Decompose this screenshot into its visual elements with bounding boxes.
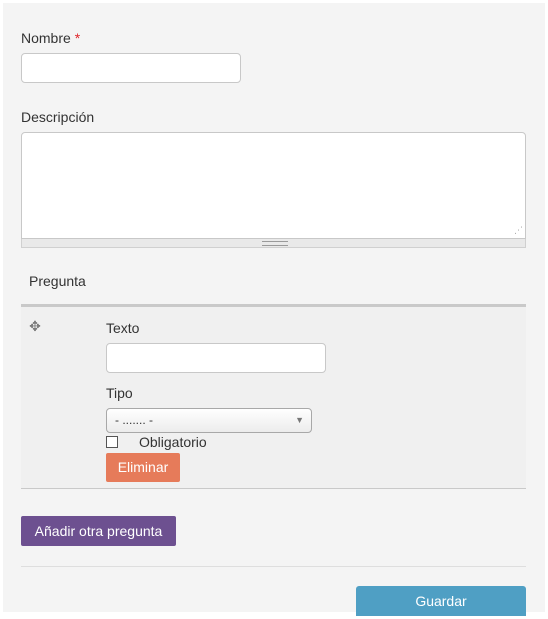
name-label-text: Nombre — [21, 30, 71, 46]
question-type-select[interactable]: - ....... - ▼ — [106, 408, 312, 433]
question-type-value: - ....... - — [115, 413, 153, 427]
required-checkbox-label: Obligatorio — [139, 434, 207, 450]
name-input[interactable] — [21, 53, 241, 83]
resize-grip-icon[interactable]: ⋰ — [514, 226, 523, 235]
question-text-label: Texto — [106, 320, 140, 336]
add-question-button[interactable]: Añadir otra pregunta — [21, 516, 176, 546]
description-textarea[interactable] — [21, 132, 526, 239]
delete-question-button[interactable]: Eliminar — [106, 453, 180, 482]
save-button[interactable]: Guardar — [356, 586, 526, 616]
required-marker: * — [74, 30, 81, 46]
chevron-down-icon: ▼ — [295, 415, 304, 425]
question-type-label: Tipo — [106, 385, 133, 401]
question-header: Pregunta — [29, 273, 86, 289]
name-label: Nombre * — [21, 30, 80, 47]
description-field: ⋰ — [21, 132, 526, 249]
divider — [21, 566, 526, 567]
form-panel: Nombre * Descripción ⋰ Pregunta ✥ Texto T… — [3, 3, 545, 616]
move-icon[interactable]: ✥ — [28, 319, 42, 333]
grip-icon — [262, 241, 288, 246]
description-label: Descripción — [21, 109, 95, 125]
question-text-input[interactable] — [106, 343, 326, 373]
question-row: ✥ Texto Tipo - ....... - ▼ Obligatorio E… — [21, 307, 526, 489]
required-checkbox[interactable] — [106, 436, 118, 448]
textarea-resize-bar[interactable] — [21, 239, 526, 248]
